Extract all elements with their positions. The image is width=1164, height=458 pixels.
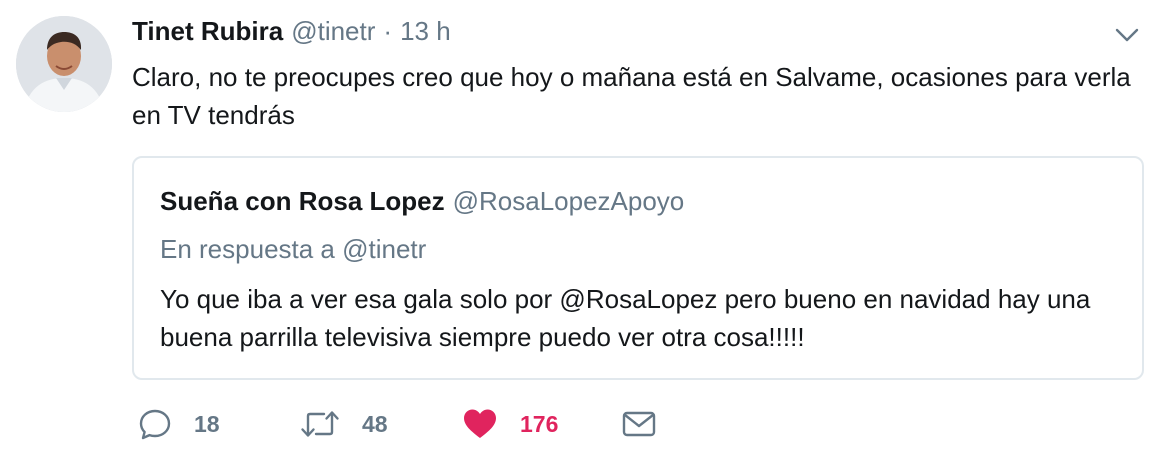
- tweet-text: Claro, no te preocupes creo que hoy o ma…: [132, 62, 1131, 130]
- reply-button[interactable]: 18: [138, 407, 300, 441]
- quoted-display-name: Sueña con Rosa Lopez: [160, 186, 445, 216]
- like-count: 176: [520, 410, 559, 437]
- reply-count: 18: [194, 410, 220, 437]
- avatar-image: [16, 16, 112, 112]
- retweet-icon: [301, 411, 339, 437]
- retweet-count: 48: [362, 410, 388, 437]
- reply-context: En respuesta a @tinetr: [160, 234, 427, 264]
- quoted-user-handle: @RosaLopezApoyo: [452, 186, 685, 216]
- timestamp[interactable]: 13 h: [400, 14, 451, 48]
- separator-dot: ·: [383, 16, 393, 46]
- retweet-button[interactable]: 48: [300, 407, 462, 441]
- reply-icon: [139, 409, 171, 440]
- display-name[interactable]: Tinet Rubira: [132, 14, 283, 48]
- action-bar: 18 48 176: [138, 400, 656, 448]
- tweet: Tinet Rubira @tinetr · 13 h Claro, no te…: [0, 0, 1164, 458]
- heart-icon: [464, 409, 496, 438]
- quoted-tweet-header: Sueña con Rosa Lopez @RosaLopezApoyo: [160, 184, 684, 218]
- avatar[interactable]: [16, 16, 112, 112]
- quoted-tweet[interactable]: Sueña con Rosa Lopez @RosaLopezApoyo En …: [132, 156, 1144, 380]
- message-icon: [622, 411, 656, 437]
- message-button[interactable]: [622, 409, 656, 439]
- quoted-tweet-text: Yo que iba a ver esa gala solo por @Rosa…: [160, 284, 1091, 352]
- user-handle[interactable]: @tinetr: [291, 14, 375, 48]
- tweet-header: Tinet Rubira @tinetr · 13 h: [132, 14, 451, 48]
- chevron-down-icon[interactable]: [1112, 20, 1142, 50]
- like-button[interactable]: 176: [462, 407, 622, 441]
